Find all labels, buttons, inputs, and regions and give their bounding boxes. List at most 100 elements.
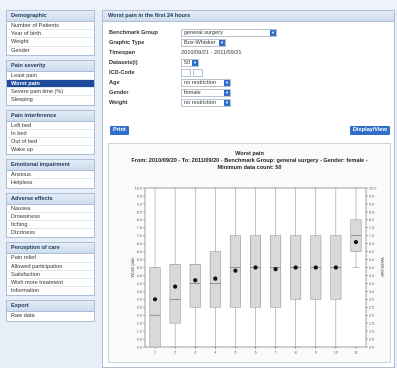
sidebar-item[interactable]: Itching [7,221,94,230]
box [189,264,201,308]
benchmark-group-value: general surgery [184,30,223,36]
y-tick-label-left: 5.5 [137,258,142,262]
graphic-type-value: Box-Whisker [184,40,216,46]
weight-select[interactable]: no restriction ▼ [181,99,231,107]
weight-label: Weight [109,100,128,106]
y-axis-label-left: Worst pain [130,257,135,278]
x-tick-label: 7 [275,351,277,355]
weight-value: no restriction [184,100,217,106]
x-tick-label: 8 [295,351,297,355]
sidebar-group-title: Export [7,301,94,313]
y-tick-label-right: 10.0 [369,186,376,190]
gender-label: Gender [109,90,129,96]
display-view-button[interactable]: Display/View [349,126,390,135]
sidebar-item[interactable]: Satisfaction [7,271,94,279]
benchmark-group-select[interactable]: general surgery ▼ [181,29,277,37]
graphic-type-select[interactable]: Box-Whisker ▼ [181,39,226,47]
sidebar-item[interactable]: Wish more treatment [7,279,94,288]
sidebar-item[interactable]: Out of bed [7,138,94,147]
y-tick-label-right: 2.0 [369,314,374,318]
sidebar-item[interactable]: Helpless [7,179,94,187]
icd-code-input-1[interactable] [181,69,191,77]
sidebar-item[interactable]: Pain relief [7,254,94,263]
y-tick-label-left: 3.0 [137,298,142,302]
sidebar-item[interactable]: Nausea [7,205,94,213]
sidebar-item[interactable]: Drowsiness [7,213,94,221]
y-axis-label-right: Worst pain [380,258,385,279]
mean-point [193,278,198,283]
sidebar: Demographic Number of Patients Year of bir… [6,10,95,368]
datasets-select[interactable]: 50 ▼ [181,59,199,67]
sidebar-group-title: Adverse effects [7,193,94,205]
x-tick-label: 11 [354,351,358,355]
main-title: Worst pain in the first 24 hours [103,11,394,22]
y-tick-label-right: 4.0 [369,282,374,286]
sidebar-item[interactable]: Anxious [7,171,94,180]
icd-code-input-2[interactable] [193,69,203,77]
sidebar-item[interactable]: Weight [7,38,94,47]
y-tick-label-right: 4.5 [369,274,374,278]
sidebar-item[interactable]: Raw data [7,312,94,320]
x-tick-label: 5 [234,351,236,355]
y-tick-label-right: 9.0 [369,202,374,206]
graphic-type-label: Graphic Type [109,40,145,46]
mean-point [253,265,258,270]
box [149,267,161,348]
y-tick-label-left: 1.0 [137,330,142,334]
sidebar-group-title: Emotional impairment [7,160,94,172]
chevron-down-icon: ▼ [224,80,230,86]
y-tick-label-right: 8.5 [369,210,374,214]
x-tick-label: 3 [194,351,196,355]
box [169,264,181,324]
x-tick-label: 10 [334,351,338,355]
y-tick-label-left: 0.5 [137,337,142,341]
timespan-label: Timespan [109,50,136,56]
icd-code-label: ICD-Code [109,70,135,76]
y-tick-label-left: 10.0 [135,186,142,190]
gender-value: female [184,90,201,96]
sidebar-item[interactable]: Left bed [7,122,94,130]
sidebar-item[interactable]: Gender [7,47,94,55]
sidebar-item[interactable]: Least pain [7,72,94,80]
y-tick-label-right: 7.0 [369,234,374,238]
y-tick-label-left: 7.0 [137,234,142,238]
age-value: no restriction [184,80,217,86]
y-tick-label-right: 3.5 [369,290,374,294]
chevron-down-icon: ▼ [270,30,276,36]
y-tick-label-left: 0.0 [137,345,142,349]
timespan-value[interactable]: 2010/09/21 - 2011/09/21 [181,49,242,57]
box [270,235,282,308]
sidebar-group: Emotional impairment Anxious Helpless [6,159,95,189]
mean-point [313,265,318,270]
mean-point [293,265,298,270]
sidebar-item[interactable]: Allowed participation [7,263,94,271]
gender-select[interactable]: female ▼ [181,89,231,97]
sidebar-item[interactable]: Information [7,287,94,295]
y-tick-label-right: 7.5 [369,226,374,230]
sidebar-group-title: Perception of care [7,243,94,255]
sidebar-item[interactable]: Year of birth [7,30,94,39]
x-tick-label: 2 [174,351,176,355]
sidebar-item[interactable]: Worst pain [7,79,94,89]
mean-point [353,239,359,245]
age-select[interactable]: no restriction ▼ [181,79,231,87]
y-tick-label-left: 1.5 [137,322,142,326]
print-button[interactable]: Print [110,126,129,135]
y-tick-label-right: 5.5 [369,258,374,262]
sidebar-item[interactable]: Number of Patients [7,22,94,31]
sidebar-item[interactable]: Wake up [7,146,94,154]
y-tick-label-right: 0.0 [369,345,374,349]
sidebar-group: Export Raw data [6,300,95,322]
x-tick-label: 1 [154,351,156,355]
y-tick-label-left: 9.5 [137,194,142,198]
sidebar-item[interactable]: Sleeping [7,96,94,104]
sidebar-group: Demographic Number of Patients Year of bir… [6,10,95,56]
mean-point [213,276,218,281]
mean-point [152,297,158,302]
sidebar-item[interactable]: In bed [7,130,94,138]
mean-point [233,268,238,273]
mean-point [173,284,178,289]
x-tick-label: 6 [254,351,256,355]
sidebar-item[interactable]: Severe pain time (%) [7,88,94,97]
sidebar-item[interactable]: Dizziness [7,229,94,237]
